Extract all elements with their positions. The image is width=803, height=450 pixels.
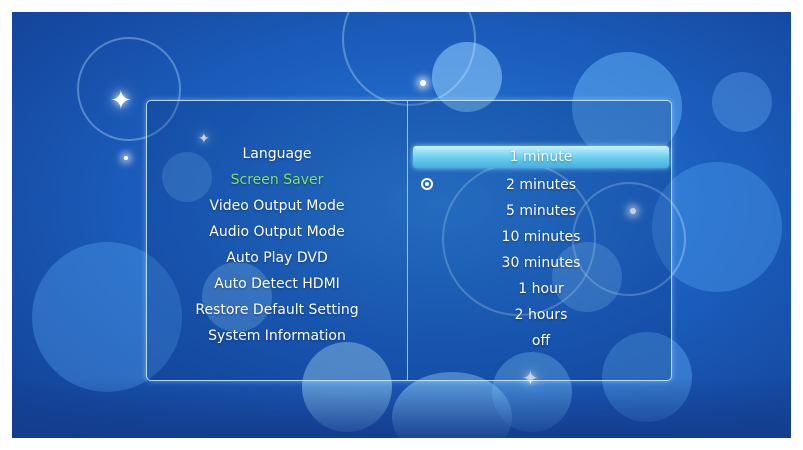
option-2-hours[interactable]: 2 hours: [413, 302, 669, 328]
option-30-minutes[interactable]: 30 minutes: [413, 250, 669, 276]
menu-item-restore-default-setting[interactable]: Restore Default Setting: [147, 297, 407, 323]
screen-saver-options: 1 minute 2 minutes 5 minutes 10 minutes …: [413, 146, 669, 354]
menu-item-system-information[interactable]: System Information: [147, 323, 407, 349]
bokeh-ring: [342, 12, 476, 106]
panel-divider: [407, 101, 408, 380]
option-label: 2 minutes: [505, 177, 577, 193]
radio-selected-icon: [421, 178, 433, 190]
bottom-glow: [12, 378, 791, 438]
menu-item-auto-detect-hdmi[interactable]: Auto Detect HDMI: [147, 271, 407, 297]
menu-item-auto-play-dvd[interactable]: Auto Play DVD: [147, 245, 407, 271]
menu-item-audio-output-mode[interactable]: Audio Output Mode: [147, 219, 407, 245]
settings-panel: Language Screen Saver Video Output Mode …: [146, 100, 672, 381]
menu-item-language[interactable]: Language: [147, 141, 407, 167]
menu-item-video-output-mode[interactable]: Video Output Mode: [147, 193, 407, 219]
tv-screen: ✦ ✦ ✦ Language Screen Saver Video Output…: [12, 12, 791, 438]
sparkle-icon: [124, 156, 128, 160]
option-5-minutes[interactable]: 5 minutes: [413, 198, 669, 224]
option-10-minutes[interactable]: 10 minutes: [413, 224, 669, 250]
option-2-minutes[interactable]: 2 minutes: [413, 172, 669, 198]
sparkle-icon: [420, 80, 426, 86]
menu-item-screen-saver[interactable]: Screen Saver: [147, 167, 407, 193]
option-1-minute[interactable]: 1 minute: [413, 146, 669, 168]
option-1-hour[interactable]: 1 hour: [413, 276, 669, 302]
settings-menu: Language Screen Saver Video Output Mode …: [147, 141, 407, 349]
sparkle-icon: ✦: [110, 86, 132, 116]
bokeh-light: [712, 72, 772, 132]
option-off[interactable]: off: [413, 328, 669, 354]
